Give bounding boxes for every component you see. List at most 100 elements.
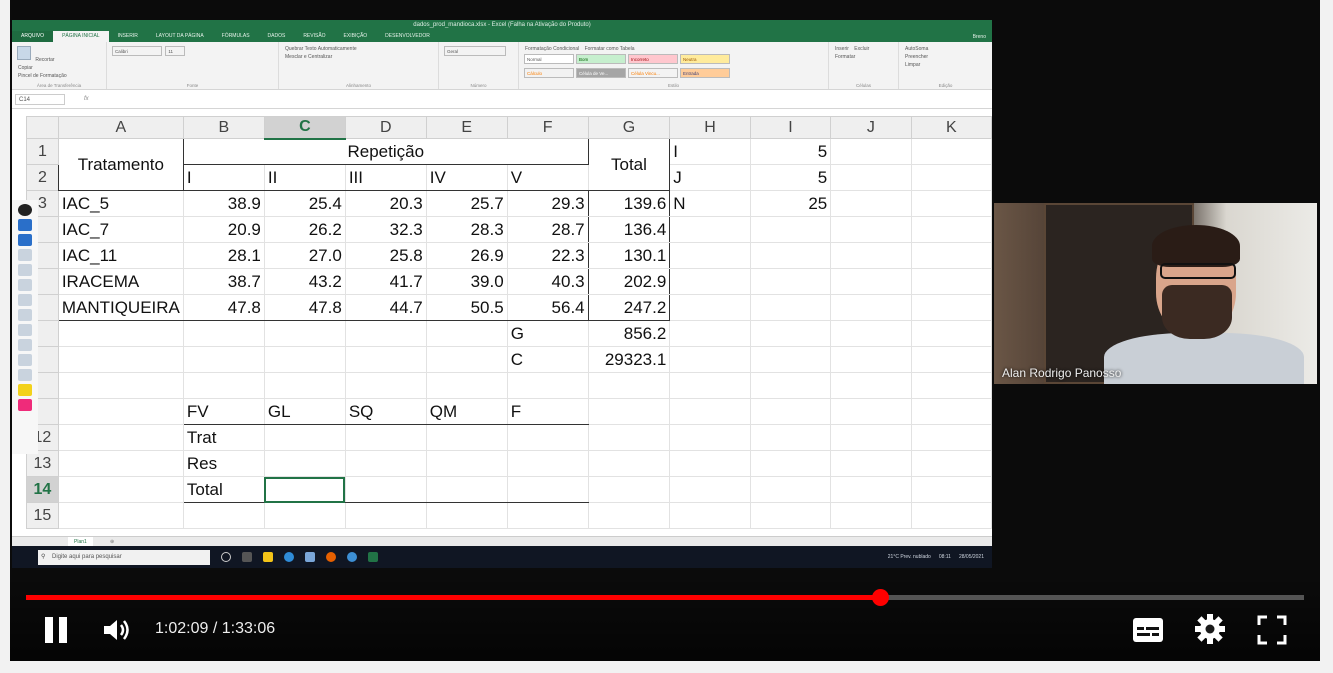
cell-b2[interactable]: I: [182, 164, 265, 191]
cell-c9[interactable]: [263, 346, 346, 373]
insert-cells-button[interactable]: Inserir: [835, 46, 849, 52]
tab-layout[interactable]: LAYOUT DA PÁGINA: [147, 31, 213, 42]
cell-a3[interactable]: IAC_5: [57, 190, 184, 217]
column-header-a[interactable]: A: [57, 116, 184, 139]
row-header[interactable]: 15: [26, 502, 59, 529]
delete-cells-button[interactable]: Excluir: [854, 46, 869, 52]
cell-g13[interactable]: [587, 450, 671, 477]
clock-time[interactable]: 08:11: [939, 554, 951, 560]
cell-h11[interactable]: [669, 398, 751, 425]
style-calculo[interactable]: Cálculo: [524, 68, 574, 78]
cell-i7[interactable]: [749, 294, 832, 321]
cell-c3[interactable]: 25.4: [263, 190, 346, 217]
link-icon[interactable]: [18, 309, 32, 321]
cell-d10[interactable]: [344, 372, 427, 399]
style-entrada[interactable]: Entrada: [680, 68, 730, 78]
merge-center-button[interactable]: Mesclar e Centralizar: [285, 54, 332, 60]
column-header-j[interactable]: J: [830, 116, 912, 139]
color-pink-icon[interactable]: [18, 399, 32, 411]
cell-f15[interactable]: [506, 502, 589, 529]
column-header-e[interactable]: E: [425, 116, 508, 139]
row-header[interactable]: 2: [26, 164, 59, 191]
clear-button[interactable]: Limpar: [905, 62, 920, 68]
cell-g10[interactable]: [587, 372, 671, 399]
cell-d14[interactable]: [344, 476, 427, 503]
wrap-text-button[interactable]: Quebrar Texto Automaticamente: [285, 46, 357, 52]
cell-d5[interactable]: 25.8: [344, 242, 427, 269]
font-select[interactable]: Calibri: [112, 46, 162, 56]
select-all-corner[interactable]: [26, 116, 59, 139]
cell-i6[interactable]: [749, 268, 832, 295]
cell-e10[interactable]: [425, 372, 508, 399]
cell-j1[interactable]: [830, 138, 912, 165]
cell-g6[interactable]: 202.9: [587, 268, 671, 295]
cell-h3[interactable]: N: [669, 190, 751, 217]
cell-e2[interactable]: IV: [425, 164, 508, 191]
cell-e5[interactable]: 26.9: [425, 242, 508, 269]
tab-arquivo[interactable]: ARQUIVO: [12, 31, 54, 42]
cell-f7[interactable]: 56.4: [506, 294, 589, 321]
cell-h4[interactable]: [669, 216, 751, 243]
cell-c4[interactable]: 26.2: [263, 216, 346, 243]
cell-c15[interactable]: [263, 502, 346, 529]
autosum-button[interactable]: AutoSoma: [905, 46, 928, 52]
cell-h9[interactable]: [669, 346, 751, 373]
column-header-b[interactable]: B: [182, 116, 265, 139]
tab-formulas[interactable]: FÓRMULAS: [213, 31, 259, 42]
cell-f2[interactable]: V: [506, 164, 589, 191]
cell-e13[interactable]: [425, 450, 508, 477]
column-header-h[interactable]: H: [669, 116, 751, 139]
volume-icon[interactable]: [102, 617, 132, 643]
cell-g11[interactable]: [587, 398, 671, 425]
cell-g5[interactable]: 130.1: [587, 242, 671, 269]
cell-g8[interactable]: 856.2: [587, 320, 671, 347]
cell-d13[interactable]: [344, 450, 427, 477]
cell-a1[interactable]: Tratamento: [57, 138, 184, 191]
cell-f11[interactable]: F: [506, 398, 589, 425]
row-header-selected[interactable]: 14: [26, 476, 59, 503]
cell-d6[interactable]: 41.7: [344, 268, 427, 295]
cell-f4[interactable]: 28.7: [506, 216, 589, 243]
cell-b1-merged[interactable]: Repetição: [182, 138, 589, 165]
cell-e4[interactable]: 28.3: [425, 216, 508, 243]
cell-g15[interactable]: [587, 502, 671, 529]
column-header-c[interactable]: C: [263, 116, 346, 140]
cell-d15[interactable]: [344, 502, 427, 529]
cell-e7[interactable]: 50.5: [425, 294, 508, 321]
line-icon[interactable]: [18, 264, 32, 276]
cell-f3[interactable]: 29.3: [506, 190, 589, 217]
style-normal[interactable]: Normal: [524, 54, 574, 64]
file-explorer-icon[interactable]: [263, 552, 273, 562]
cell-c13[interactable]: [263, 450, 346, 477]
weather-status[interactable]: 21°C Prev. nublado: [888, 554, 931, 560]
tab-desenvolvedor[interactable]: DESENVOLVEDOR: [376, 31, 439, 42]
tab-inserir[interactable]: INSERIR: [109, 31, 147, 42]
cell-j14[interactable]: [830, 476, 912, 503]
cell-i11[interactable]: [749, 398, 832, 425]
cell-k13[interactable]: [910, 450, 992, 477]
cell-k1[interactable]: [910, 138, 992, 165]
cell-i2[interactable]: 5: [749, 164, 832, 191]
style-celula-ve[interactable]: Célula de Ve...: [576, 68, 626, 78]
cell-e3[interactable]: 25.7: [425, 190, 508, 217]
conditional-format-button[interactable]: Formatação Condicional: [525, 46, 579, 52]
cell-i3[interactable]: 25: [749, 190, 832, 217]
cell-e8[interactable]: [425, 320, 508, 347]
cell-j4[interactable]: [830, 216, 912, 243]
cortana-icon[interactable]: [221, 552, 231, 562]
cut-button[interactable]: Recortar: [35, 57, 54, 63]
pause-button[interactable]: [42, 615, 70, 645]
color-swatch-icon[interactable]: [18, 384, 32, 396]
cell-j11[interactable]: [830, 398, 912, 425]
cell-d12[interactable]: [344, 424, 427, 451]
cell-f5[interactable]: 22.3: [506, 242, 589, 269]
cell-b7[interactable]: 47.8: [182, 294, 265, 321]
cell-k7[interactable]: [910, 294, 992, 321]
number-format-select[interactable]: Geral: [444, 46, 506, 56]
progress-scrubber[interactable]: [871, 589, 889, 606]
format-painter-button[interactable]: Pincel de Formatação: [18, 73, 67, 79]
cell-k5[interactable]: [910, 242, 992, 269]
cell-j8[interactable]: [830, 320, 912, 347]
task-view-icon[interactable]: [242, 552, 252, 562]
cell-a11[interactable]: [57, 398, 184, 425]
